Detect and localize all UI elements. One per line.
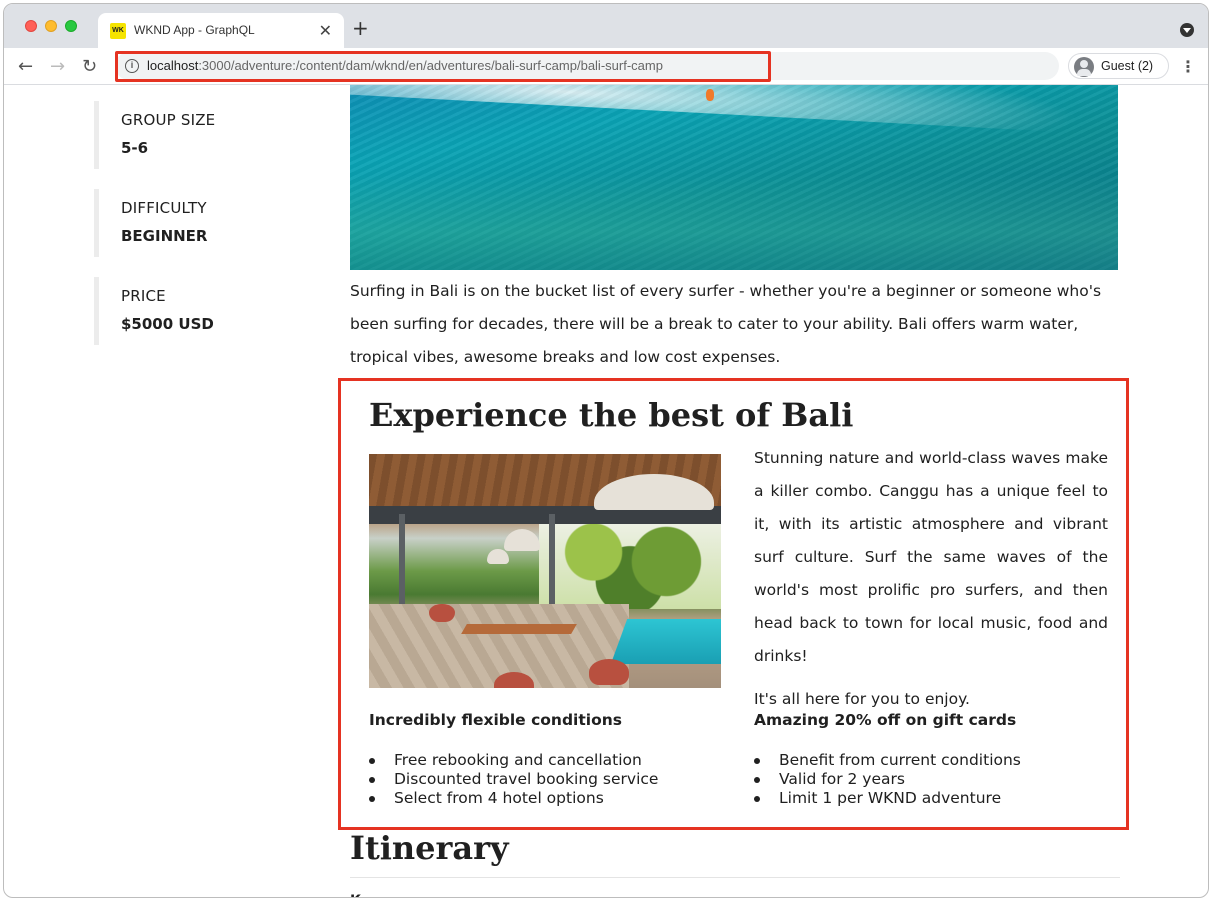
stat-value: BEGINNER: [121, 227, 208, 245]
profile-button[interactable]: Guest (2): [1068, 53, 1169, 79]
benefit-heading: Incredibly flexible conditions: [369, 711, 623, 729]
guest-avatar-icon: [1074, 57, 1094, 77]
stat-label: PRICE: [121, 287, 166, 305]
feature-title: Experience the best of Bali: [369, 396, 854, 434]
browser-window: WK WKND App - GraphQL ✕ + ← → ↻ i localh…: [3, 3, 1209, 898]
benefit-list: Free rebooking and cancellation Discount…: [369, 751, 719, 808]
benefit-gift-cards: Amazing 20% off on gift cards Benefit fr…: [754, 711, 1104, 808]
stat-price: PRICE $5000 USD: [94, 277, 294, 345]
hero-image-ocean-wave: [350, 85, 1118, 270]
maximize-window-button[interactable]: [65, 20, 77, 32]
browser-menu-icon[interactable]: ⋮: [1180, 57, 1196, 76]
list-item: Benefit from current conditions: [754, 751, 1104, 770]
wknd-favicon-icon: WK: [110, 23, 126, 39]
profile-label: Guest (2): [1101, 59, 1154, 73]
tab-strip: WK WKND App - GraphQL ✕ +: [4, 4, 1208, 48]
stat-value: 5-6: [121, 139, 149, 157]
stat-group-size: GROUP SIZE 5-6: [94, 101, 294, 169]
feature-highlight-box: Experience the best of Bali Stunning nat…: [338, 378, 1129, 830]
itinerary-heading: Itinerary: [350, 829, 509, 867]
feature-description: Stunning nature and world-class waves ma…: [754, 442, 1108, 716]
feature-paragraph: Stunning nature and world-class waves ma…: [754, 449, 1108, 665]
stat-label: DIFFICULTY: [121, 199, 207, 217]
close-tab-icon[interactable]: ✕: [319, 21, 332, 40]
benefit-flexible-conditions: Incredibly flexible conditions Free rebo…: [369, 711, 719, 808]
back-arrow-icon[interactable]: ←: [18, 56, 33, 77]
list-item: Limit 1 per WKND adventure: [754, 789, 1104, 808]
page-content: GROUP SIZE 5-6 DIFFICULTY BEGINNER PRICE…: [4, 85, 1208, 897]
tab-search-dropdown-icon[interactable]: [1180, 23, 1194, 37]
minimize-window-button[interactable]: [45, 20, 57, 32]
stat-difficulty: DIFFICULTY BEGINNER: [94, 189, 294, 257]
list-item: Free rebooking and cancellation: [369, 751, 719, 770]
itinerary-first-item: K: [350, 893, 361, 897]
divider: [350, 877, 1120, 878]
tab-title: WKND App - GraphQL: [134, 23, 255, 37]
close-window-button[interactable]: [25, 20, 37, 32]
list-item: Select from 4 hotel options: [369, 789, 719, 808]
reload-icon[interactable]: ↻: [82, 56, 97, 77]
list-item: Valid for 2 years: [754, 770, 1104, 789]
surfer-figure: [706, 89, 714, 101]
adventure-description: Surfing in Bali is on the bucket list of…: [350, 282, 1102, 366]
benefit-heading: Amazing 20% off on gift cards: [754, 711, 1017, 729]
stat-label: GROUP SIZE: [121, 111, 216, 129]
forward-arrow-icon[interactable]: →: [50, 56, 65, 77]
browser-toolbar: ← → ↻ i localhost:3000/adventure:/conten…: [4, 48, 1208, 85]
stat-value: $5000 USD: [121, 315, 214, 333]
browser-tab-active[interactable]: WK WKND App - GraphQL ✕: [98, 13, 344, 48]
new-tab-icon[interactable]: +: [352, 16, 369, 40]
list-item: Discounted travel booking service: [369, 770, 719, 789]
benefit-list: Benefit from current conditions Valid fo…: [754, 751, 1104, 808]
url-highlight-annotation: [115, 51, 771, 82]
feature-image-terrace: [369, 454, 721, 688]
